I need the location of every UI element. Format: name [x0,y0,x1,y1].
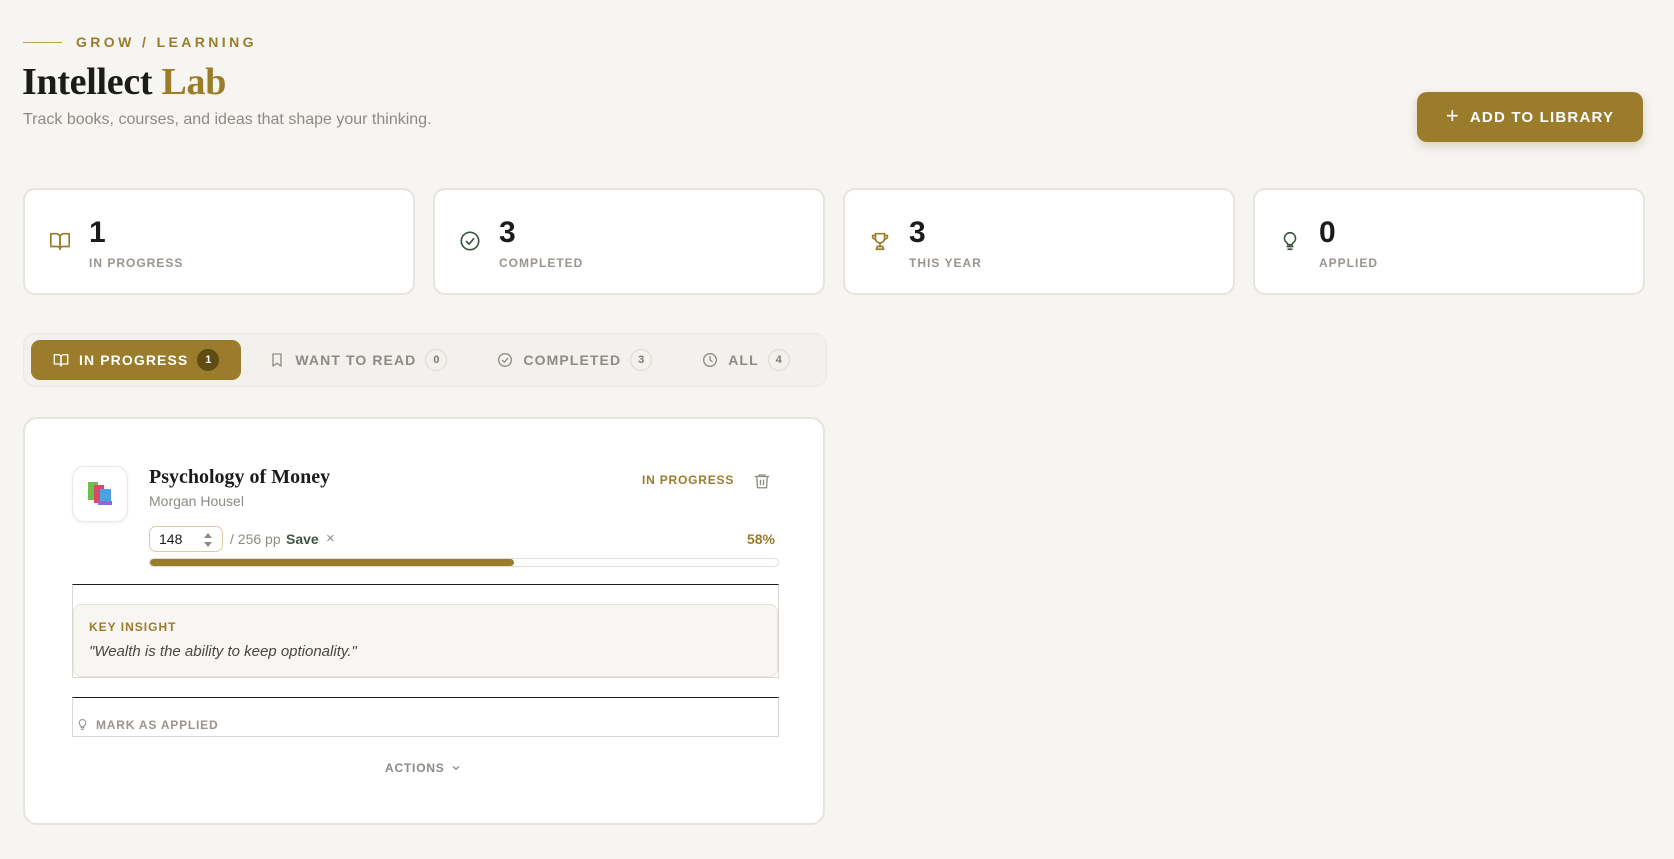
plus-icon: + [1445,103,1460,128]
tab-count-badge: 3 [630,349,653,371]
status-badge: IN PROGRESS [642,473,735,487]
tab-label: IN PROGRESS [79,352,189,368]
tab-completed[interactable]: COMPLETED 3 [475,340,674,380]
current-page-value: 148 [159,531,183,547]
lightbulb-icon [78,719,87,730]
page-subtitle: Track books, courses, and ideas that sha… [23,111,432,128]
stat-value: 1 [89,216,106,249]
actions-dropdown[interactable]: ACTIONS [385,761,461,775]
stat-value: 3 [499,216,516,249]
book-open-icon [50,232,70,251]
page-title-accent: Lab [161,61,227,103]
breadcrumb-text: GROW / LEARNING [76,34,257,50]
page-total: / 256 pp [230,531,281,547]
trash-icon[interactable] [753,472,771,490]
clock-icon [703,353,718,367]
stepper-arrows-icon[interactable] [203,532,213,548]
tab-count-badge: 0 [425,349,448,371]
progress-bar [149,558,779,567]
app-root: GROW / LEARNING Intellect Lab Track book… [0,0,1674,859]
stat-label: COMPLETED [499,256,584,270]
stat-card-applied: 0 APPLIED [1253,188,1645,295]
cancel-icon[interactable]: × [326,530,335,547]
stat-card-this-year: 3 THIS YEAR [843,188,1235,295]
mark-applied-button[interactable]: MARK AS APPLIED [72,697,779,737]
stat-value: 0 [1319,216,1336,249]
tab-count-badge: 1 [197,349,220,371]
key-insight-label: KEY INSIGHT [89,620,177,634]
books-stack-icon [88,482,112,505]
book-cover-icon [72,466,128,522]
mark-applied-label: MARK AS APPLIED [96,718,219,732]
tab-all[interactable]: ALL 4 [680,340,812,380]
book-card: Psychology of Money Morgan Housel IN PRO… [23,417,825,825]
chevron-down-icon [452,766,459,770]
bookmark-icon [272,353,283,367]
stats-row: 1 IN PROGRESS 3 COMPLETED 3 THIS YEAR 0 … [23,188,1645,295]
key-insight-box[interactable]: KEY INSIGHT "Wealth is the ability to ke… [73,604,778,677]
page-title: Intellect Lab [22,60,226,104]
tab-in-progress[interactable]: IN PROGRESS 1 [31,340,242,380]
breadcrumb-rule [23,41,62,43]
breadcrumb: GROW / LEARNING [23,34,257,50]
add-to-library-button[interactable]: + ADD TO LIBRARY [1417,92,1643,142]
check-circle-icon [498,353,513,367]
tab-label: COMPLETED [523,352,622,368]
current-page-input[interactable]: 148 [149,526,223,552]
stat-label: IN PROGRESS [89,256,184,270]
progress-percent: 58% [746,531,775,547]
page-title-main: Intellect [22,61,153,103]
stat-card-in-progress: 1 IN PROGRESS [23,188,415,295]
stat-label: THIS YEAR [909,256,982,270]
lightbulb-icon [1283,231,1297,251]
key-insight-quote: "Wealth is the ability to keep optionali… [89,643,357,660]
book-author: Morgan Housel [149,493,244,509]
add-to-library-label: ADD TO LIBRARY [1469,108,1615,126]
tab-label: ALL [728,352,759,368]
stat-label: APPLIED [1319,256,1379,270]
check-circle-icon [460,231,480,251]
progress-fill [150,559,515,566]
book-title[interactable]: Psychology of Money [149,466,330,489]
tab-want-to-read[interactable]: WANT TO READ 0 [247,340,469,380]
tab-count-badge: 4 [767,349,790,371]
actions-label: ACTIONS [385,761,445,775]
stat-value: 3 [909,216,926,249]
filter-tabs: IN PROGRESS 1 WANT TO READ 0 COMPLETED 3… [23,333,827,387]
save-button[interactable]: Save [286,531,319,547]
tab-label: WANT TO READ [295,352,417,368]
stat-card-completed: 3 COMPLETED [433,188,825,295]
insight-section: KEY INSIGHT "Wealth is the ability to ke… [72,584,779,678]
book-open-icon [53,354,69,367]
trophy-icon [871,232,889,251]
